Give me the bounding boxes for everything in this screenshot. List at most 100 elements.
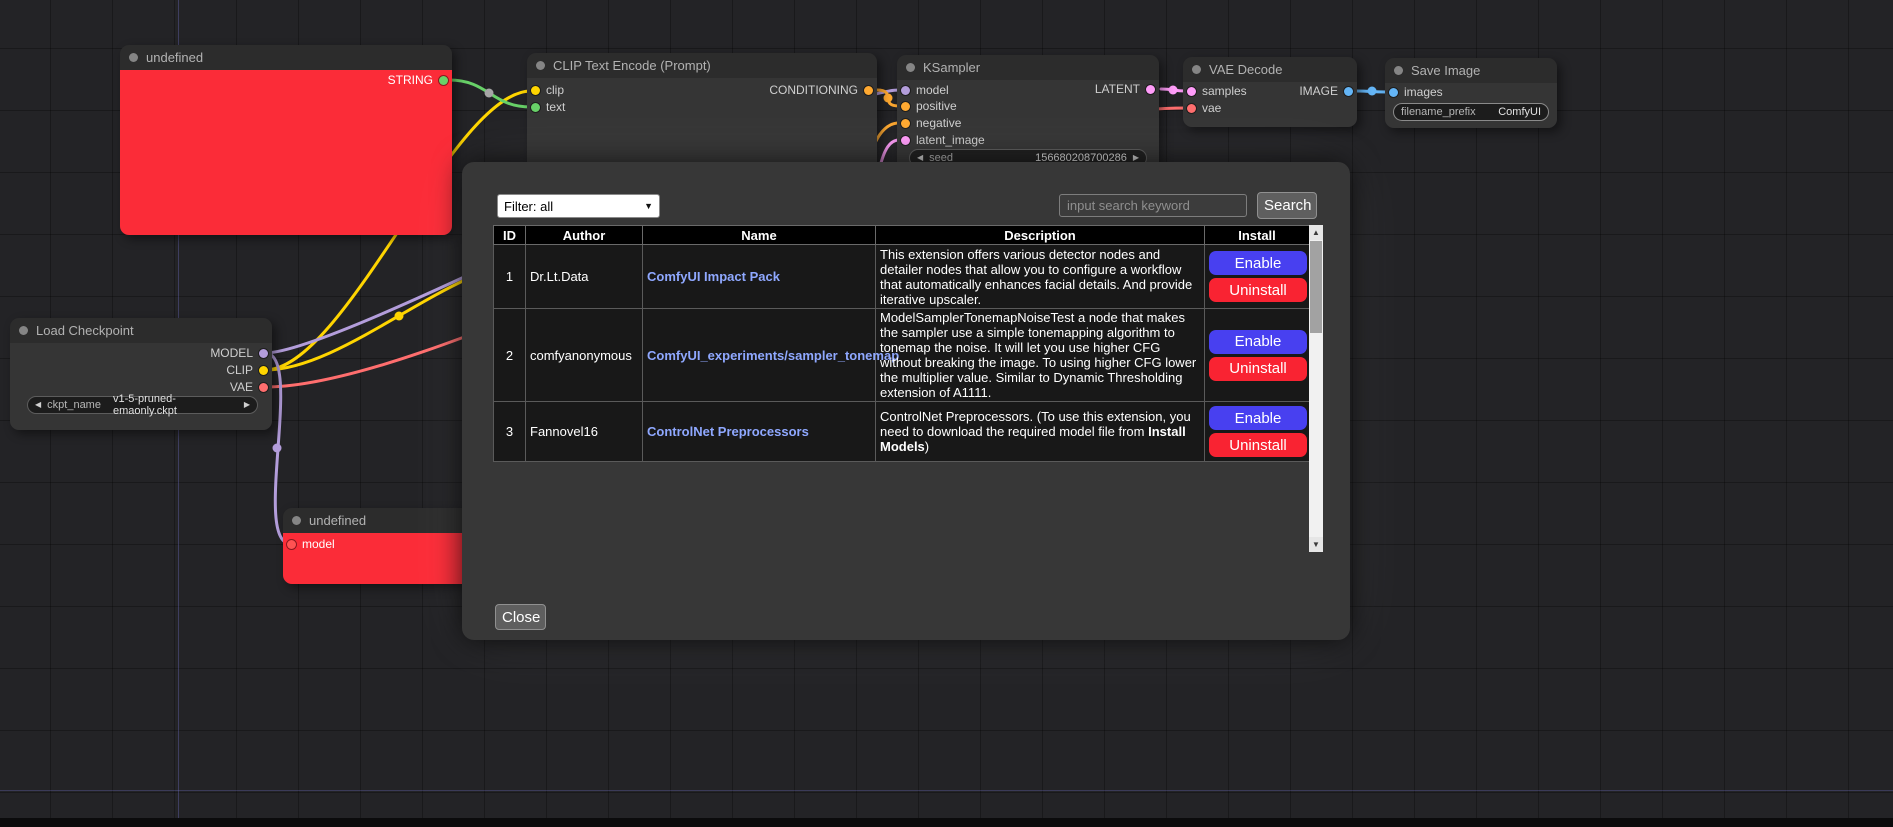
node-title-bar[interactable]: VAE Decode (1183, 57, 1357, 82)
node-title-bar[interactable]: Load Checkpoint (10, 318, 272, 343)
search-button[interactable]: Search (1257, 192, 1317, 219)
input-dot-vae[interactable] (1187, 104, 1196, 113)
collapse-dot-icon[interactable] (906, 63, 915, 72)
filter-select[interactable]: Filter: all ▼ (497, 194, 660, 218)
input-slot-latent-image: latent_image (901, 133, 985, 147)
ext-name-link[interactable]: ComfyUI_experiments/sampler_tonemap (647, 348, 899, 363)
input-dot-latent-image[interactable] (901, 136, 910, 145)
node-title: VAE Decode (1209, 62, 1282, 77)
header-install: Install (1205, 226, 1310, 245)
output-dot-model[interactable] (259, 349, 268, 358)
collapse-dot-icon[interactable] (536, 61, 545, 70)
slot-label: negative (916, 116, 961, 130)
extension-table: ID Author Name Description Install 1 Dr.… (493, 225, 1310, 462)
description-text: ) (925, 439, 929, 454)
input-slot-negative: negative (901, 116, 961, 130)
input-dot-clip[interactable] (531, 86, 540, 95)
output-slot-string: STRING (388, 73, 448, 87)
input-dot-model[interactable] (287, 540, 296, 549)
node-title-bar[interactable]: KSampler (897, 55, 1159, 80)
scroll-down-icon[interactable]: ▼ (1309, 537, 1323, 552)
wire-dot (1368, 87, 1377, 96)
slot-label: CLIP (226, 363, 253, 377)
node-body: model (283, 533, 483, 584)
ckpt-name-widget[interactable]: ◀ ckpt_name v1-5-pruned-emaonly.ckpt ▶ (27, 396, 258, 414)
node-load-checkpoint[interactable]: Load Checkpoint MODEL CLIP VAE ◀ ckpt_na… (10, 318, 272, 430)
input-dot-samples[interactable] (1187, 87, 1196, 96)
wire-dot (485, 89, 494, 98)
input-slot-model: model (287, 537, 335, 551)
uninstall-button[interactable]: Uninstall (1209, 357, 1307, 381)
description-text: ControlNet Preprocessors. (To use this e… (880, 409, 1191, 439)
slot-label: LATENT (1095, 82, 1140, 96)
close-button[interactable]: Close (495, 604, 546, 630)
decrement-arrow-icon[interactable]: ◀ (917, 154, 923, 162)
input-dot-negative[interactable] (901, 119, 910, 128)
input-slot-text: text (531, 100, 565, 114)
output-dot-string[interactable] (439, 76, 448, 85)
input-dot-model[interactable] (901, 86, 910, 95)
extension-manager-dialog: Filter: all ▼ Search ID Author Name Desc… (462, 162, 1350, 640)
output-dot-conditioning[interactable] (864, 86, 873, 95)
chevron-down-icon: ▼ (644, 201, 653, 211)
slot-label: clip (546, 83, 564, 97)
extension-table-wrap: ID Author Name Description Install 1 Dr.… (493, 225, 1323, 552)
node-title-bar[interactable]: Save Image (1385, 58, 1557, 83)
collapse-dot-icon[interactable] (1192, 65, 1201, 74)
input-slot-samples: samples (1187, 84, 1247, 98)
scroll-up-icon[interactable]: ▲ (1309, 225, 1323, 240)
collapse-dot-icon[interactable] (1394, 66, 1403, 75)
wire-dot (273, 444, 282, 453)
collapse-dot-icon[interactable] (19, 326, 28, 335)
output-dot-clip[interactable] (259, 366, 268, 375)
node-save-image[interactable]: Save Image images filename_prefix ComfyU… (1385, 58, 1557, 128)
enable-button[interactable]: Enable (1209, 406, 1307, 430)
wire-image-images (1357, 91, 1387, 92)
output-slot-vae: VAE (230, 380, 268, 394)
output-dot-vae[interactable] (259, 383, 268, 392)
slot-label: VAE (230, 380, 253, 394)
collapse-dot-icon[interactable] (292, 516, 301, 525)
node-undefined-bottom[interactable]: undefined model (283, 508, 483, 584)
node-vae-decode[interactable]: VAE Decode samples vae IMAGE (1183, 57, 1357, 127)
ext-name-link[interactable]: ControlNet Preprocessors (647, 424, 809, 439)
input-dot-positive[interactable] (901, 102, 910, 111)
next-arrow-icon[interactable]: ▶ (244, 401, 250, 409)
widget-label: filename_prefix (1401, 106, 1476, 118)
header-id: ID (494, 226, 526, 245)
node-title: Load Checkpoint (36, 323, 134, 338)
output-dot-image[interactable] (1344, 87, 1353, 96)
wire-dot (1169, 86, 1178, 95)
ext-name-link[interactable]: ComfyUI Impact Pack (647, 269, 780, 284)
input-dot-images[interactable] (1389, 88, 1398, 97)
search-input[interactable] (1059, 194, 1247, 217)
scrollbar[interactable]: ▲ ▼ (1309, 225, 1323, 552)
output-slot-latent: LATENT (1095, 82, 1155, 96)
output-dot-latent[interactable] (1146, 85, 1155, 94)
scrollbar-thumb[interactable] (1310, 241, 1322, 333)
prev-arrow-icon[interactable]: ◀ (35, 401, 41, 409)
enable-button[interactable]: Enable (1209, 251, 1307, 275)
filename-prefix-widget[interactable]: filename_prefix ComfyUI (1393, 103, 1549, 121)
slot-label: latent_image (916, 133, 985, 147)
collapse-dot-icon[interactable] (129, 53, 138, 62)
node-undefined-top[interactable]: undefined STRING (120, 45, 452, 235)
node-title-bar[interactable]: undefined (283, 508, 483, 533)
graph-canvas[interactable]: undefined STRING CLIP Text Encode (Promp… (0, 0, 1893, 827)
enable-button[interactable]: Enable (1209, 330, 1307, 354)
filter-select-value: Filter: all (504, 199, 553, 214)
uninstall-button[interactable]: Uninstall (1209, 278, 1307, 302)
widget-value: v1-5-pruned-emaonly.ckpt (113, 393, 238, 417)
wire-latent-samples (1161, 89, 1185, 91)
input-dot-text[interactable] (531, 103, 540, 112)
increment-arrow-icon[interactable]: ▶ (1133, 154, 1139, 162)
uninstall-button[interactable]: Uninstall (1209, 433, 1307, 457)
slot-label: IMAGE (1299, 84, 1338, 98)
node-title-bar[interactable]: undefined (120, 45, 452, 70)
widget-value: ComfyUI (1498, 106, 1541, 118)
slot-label: images (1404, 85, 1443, 99)
slot-label: model (916, 83, 949, 97)
node-title-bar[interactable]: CLIP Text Encode (Prompt) (527, 53, 877, 78)
input-slot-vae: vae (1187, 101, 1221, 115)
table-header-row: ID Author Name Description Install (494, 226, 1310, 245)
